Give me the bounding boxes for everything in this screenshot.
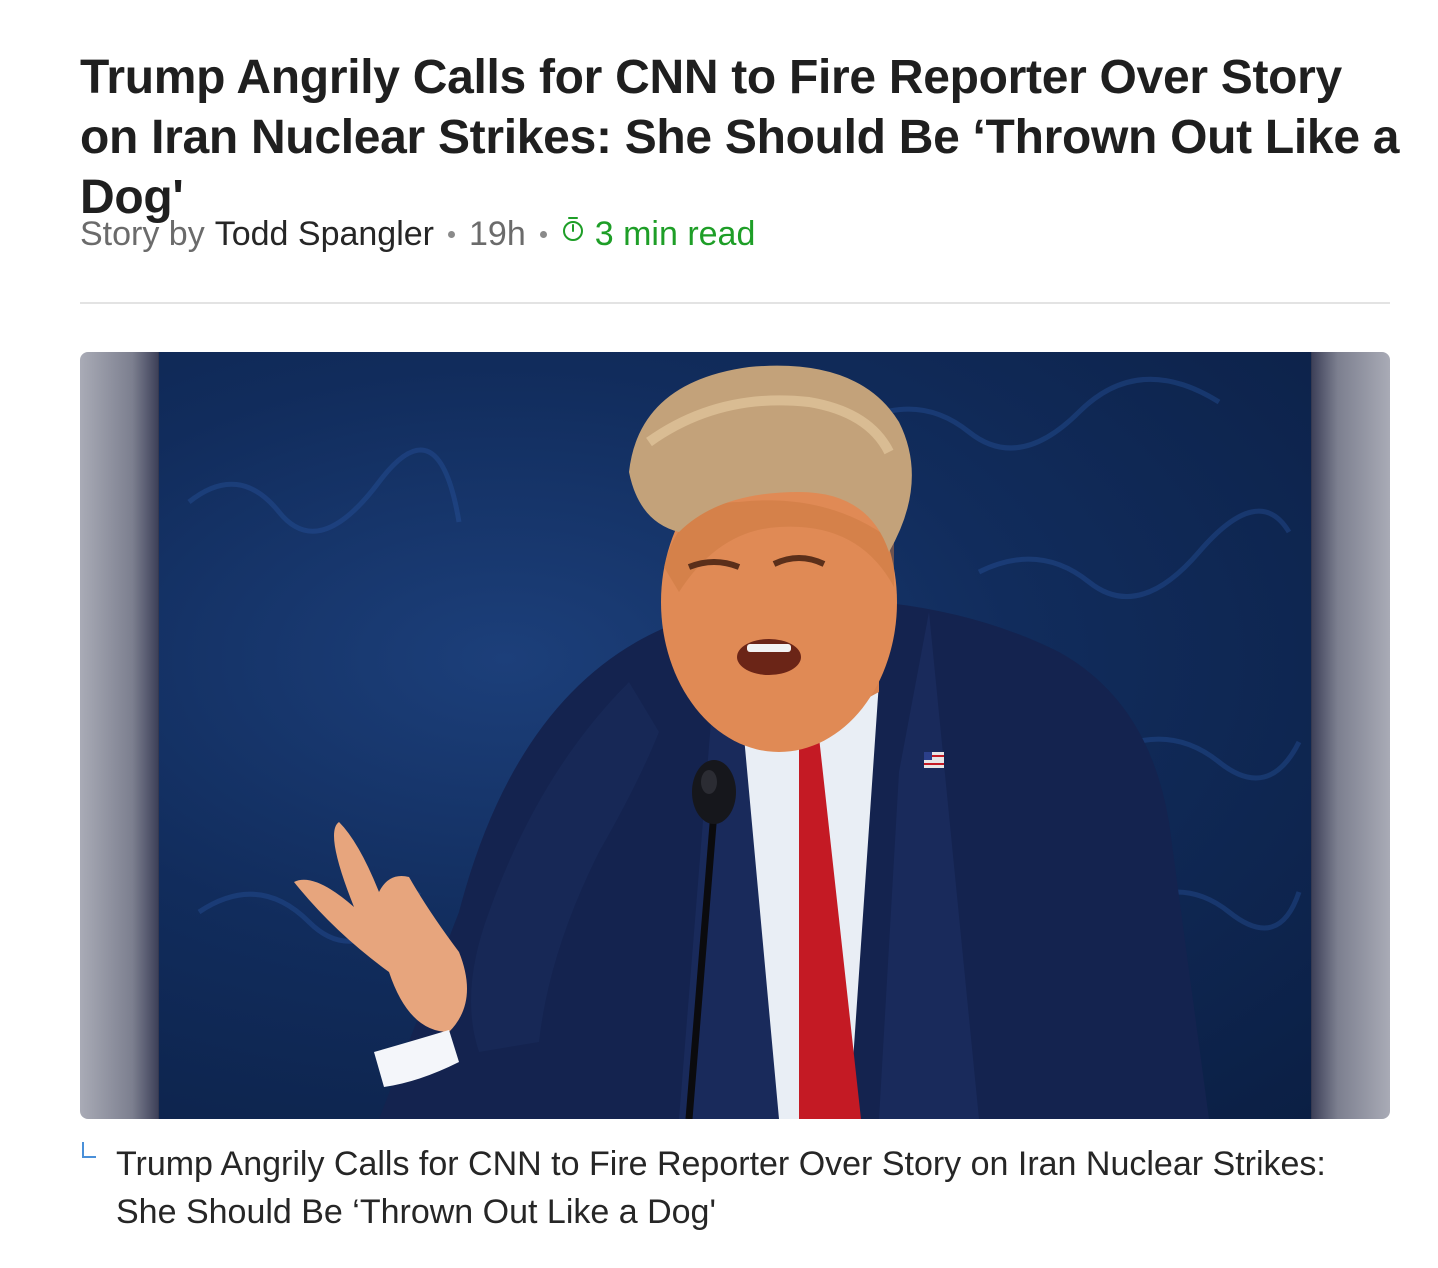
article-image-container[interactable] [80, 352, 1390, 1119]
article-photo [159, 352, 1311, 1119]
read-time-label: 3 min read [594, 214, 756, 253]
read-time: 3 min read [561, 214, 756, 254]
article-headline: Trump Angrily Calls for CNN to Fire Repo… [80, 51, 1400, 224]
byline-prefix: Story by [80, 214, 205, 253]
published-time: 19h [469, 214, 526, 253]
image-caption: Trump Angrily Calls for CNN to Fire Repo… [116, 1145, 1326, 1231]
separator-dot [448, 230, 455, 238]
separator-dot [539, 230, 547, 238]
article-byline: Story by Todd Spangler 19h 3 min read [80, 210, 755, 258]
caption-corner-icon [82, 1142, 96, 1158]
photo-illustration [187, 365, 1302, 1119]
author-link[interactable]: Todd Spangler [215, 215, 434, 254]
divider [80, 302, 1390, 304]
stopwatch-icon [562, 217, 583, 241]
